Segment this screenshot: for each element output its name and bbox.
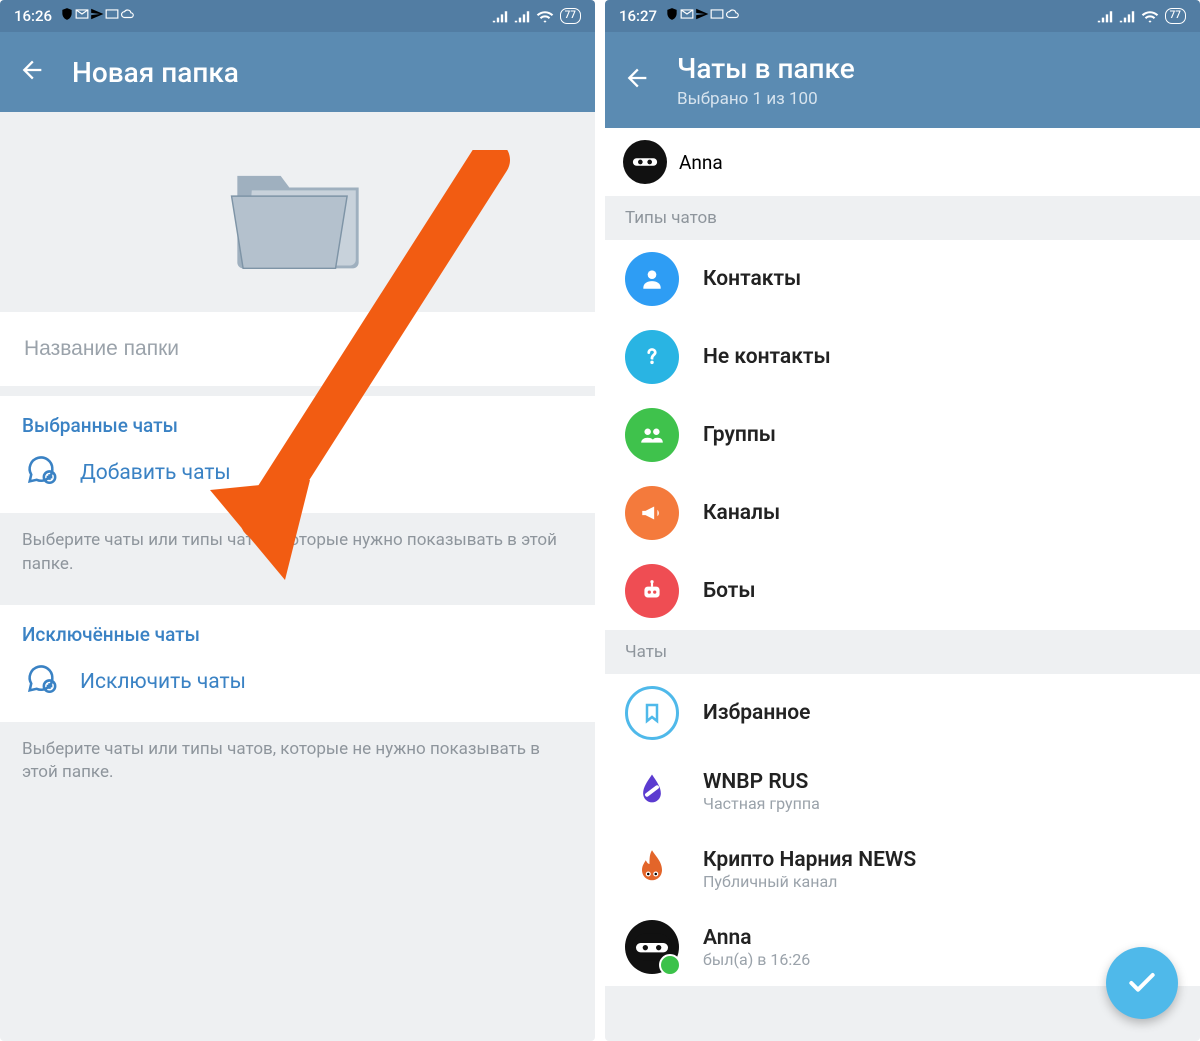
folder-illustration bbox=[0, 112, 595, 312]
wifi-icon bbox=[1141, 9, 1159, 23]
selected-chip[interactable]: Anna bbox=[605, 128, 1200, 196]
back-button[interactable] bbox=[18, 56, 46, 88]
section-excluded: Исключённые чаты Исключить чаты bbox=[0, 605, 595, 722]
chat-name: WNBP RUS bbox=[703, 770, 820, 794]
app-bar: Чаты в папке Выбрано 1 из 100 bbox=[605, 32, 1200, 128]
chat-type-label: Контакты bbox=[703, 267, 801, 291]
chat-type-non-contacts[interactable]: Не контакты bbox=[605, 318, 1200, 396]
signal2-icon bbox=[514, 9, 530, 23]
folder-name-input[interactable] bbox=[22, 336, 577, 362]
chat-subtitle: Публичный канал bbox=[703, 872, 916, 891]
chat-type-bots[interactable]: Боты bbox=[605, 552, 1200, 630]
chat-avatar-icon bbox=[625, 842, 679, 896]
phone-new-folder: 16:26 77 Новая папка bbox=[0, 0, 595, 1041]
status-shield-icon bbox=[665, 7, 679, 25]
exclude-chats-button[interactable]: Исключить чаты bbox=[22, 646, 573, 718]
phone-chats-in-folder: 16:27 77 Чаты в папке Выбрано 1 из 100 bbox=[605, 0, 1200, 1041]
page-title: Новая папка bbox=[72, 56, 239, 89]
add-chat-icon bbox=[24, 453, 58, 493]
contacts-icon bbox=[625, 252, 679, 306]
chat-avatar-icon bbox=[625, 764, 679, 818]
add-chats-button[interactable]: Добавить чаты bbox=[22, 437, 573, 509]
status-mail-icon bbox=[74, 7, 90, 25]
status-bar: 16:27 77 bbox=[605, 0, 1200, 32]
chat-type-groups[interactable]: Группы bbox=[605, 396, 1200, 474]
chat-type-label: Группы bbox=[703, 423, 776, 447]
chat-type-label: Боты bbox=[703, 579, 756, 603]
chat-type-channels[interactable]: Каналы bbox=[605, 474, 1200, 552]
chat-type-label: Каналы bbox=[703, 501, 780, 525]
status-shield-icon bbox=[60, 7, 74, 25]
battery-pill: 77 bbox=[1165, 8, 1186, 24]
bots-icon bbox=[625, 564, 679, 618]
confirm-fab[interactable] bbox=[1106, 947, 1178, 1019]
signal2-icon bbox=[1119, 9, 1135, 23]
channels-icon bbox=[625, 486, 679, 540]
chat-type-contacts[interactable]: Контакты bbox=[605, 240, 1200, 318]
chat-name: Избранное bbox=[703, 701, 810, 725]
signal-icon bbox=[492, 9, 508, 23]
chat-row[interactable]: Избранное bbox=[605, 674, 1200, 752]
status-mail2-icon bbox=[104, 7, 120, 25]
selected-chip-label: Anna bbox=[679, 151, 723, 174]
status-time: 16:26 bbox=[14, 7, 52, 25]
check-icon bbox=[1126, 967, 1158, 999]
online-badge-icon bbox=[659, 954, 681, 976]
section-included: Выбранные чаты Добавить чаты bbox=[0, 396, 595, 513]
bookmark-icon bbox=[625, 686, 679, 740]
excluded-helper-text: Выберите чаты или типы чатов, которые не… bbox=[0, 722, 595, 814]
page-title: Чаты в папке bbox=[677, 52, 855, 85]
folder-name-field-row bbox=[0, 312, 595, 386]
section-header-types: Типы чатов bbox=[605, 196, 1200, 240]
chat-name: Anna bbox=[703, 926, 810, 950]
status-send-icon bbox=[695, 7, 709, 25]
chat-subtitle: Частная группа bbox=[703, 794, 820, 813]
excluded-title: Исключённые чаты bbox=[22, 623, 573, 646]
battery-pill: 77 bbox=[560, 8, 581, 24]
chat-row[interactable]: WNBP RUSЧастная группа bbox=[605, 752, 1200, 830]
section-header-chats: Чаты bbox=[605, 630, 1200, 674]
signal-icon bbox=[1097, 9, 1113, 23]
avatar-anna-icon bbox=[623, 140, 667, 184]
status-send-icon bbox=[90, 7, 104, 25]
wifi-icon bbox=[536, 9, 554, 23]
add-chats-label: Добавить чаты bbox=[80, 461, 231, 485]
status-mail-icon bbox=[679, 7, 695, 25]
chat-row[interactable]: Крипто Нарния NEWSПубличный канал bbox=[605, 830, 1200, 908]
included-title: Выбранные чаты bbox=[22, 414, 573, 437]
status-cloud-icon bbox=[725, 7, 741, 25]
exclude-chat-icon bbox=[24, 662, 58, 702]
chat-name: Крипто Нарния NEWS bbox=[703, 848, 916, 872]
non-contacts-icon bbox=[625, 330, 679, 384]
chat-subtitle: был(а) в 16:26 bbox=[703, 950, 810, 969]
app-bar: Новая папка bbox=[0, 32, 595, 112]
status-mail2-icon bbox=[709, 7, 725, 25]
status-bar: 16:26 77 bbox=[0, 0, 595, 32]
chat-type-label: Не контакты bbox=[703, 345, 831, 369]
status-time: 16:27 bbox=[619, 7, 657, 25]
included-helper-text: Выберите чаты или типы чатов, которые ну… bbox=[0, 513, 595, 605]
groups-icon bbox=[625, 408, 679, 462]
exclude-chats-label: Исключить чаты bbox=[80, 670, 246, 694]
back-button[interactable] bbox=[623, 64, 651, 96]
status-cloud-icon bbox=[120, 7, 136, 25]
page-subtitle: Выбрано 1 из 100 bbox=[677, 89, 855, 109]
